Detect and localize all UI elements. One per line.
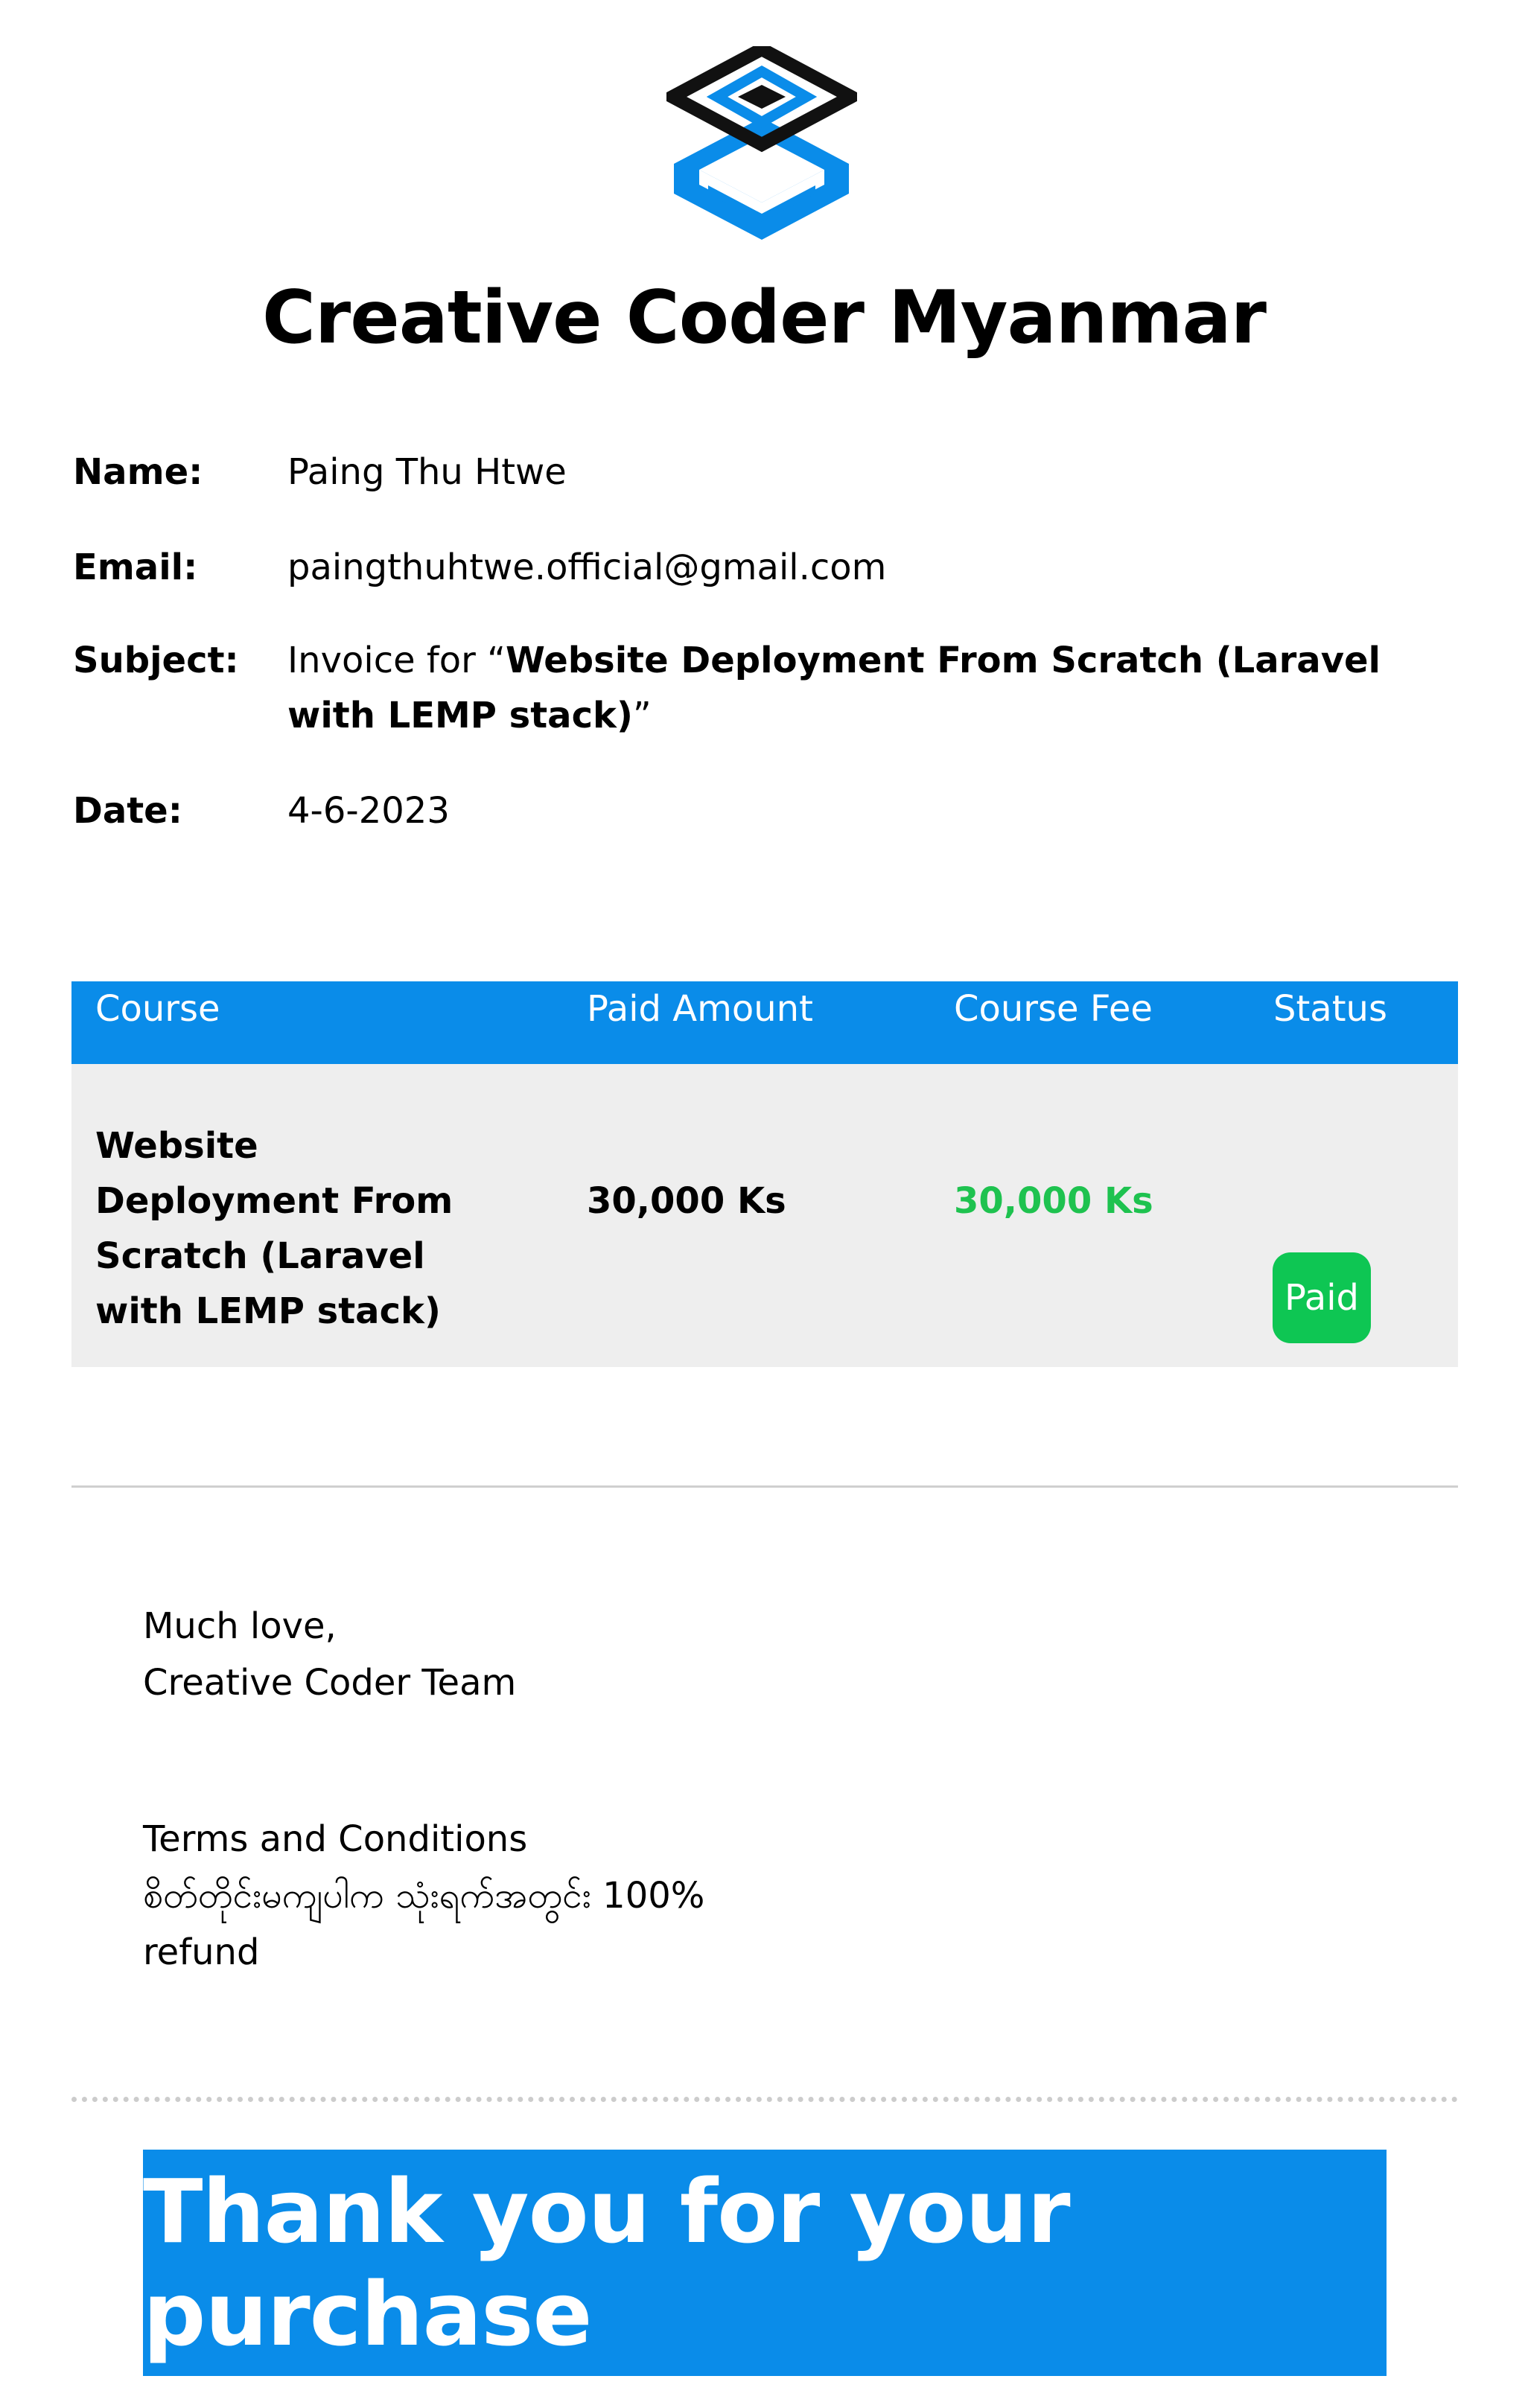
subject-label: Subject:: [73, 640, 239, 681]
email-value: paingthuhtwe.official@gmail.com: [287, 547, 887, 588]
subject-value: Invoice for “Website Deployment From Scr…: [287, 633, 1464, 743]
header-course: Course: [95, 988, 220, 1030]
company-name: Creative Coder Myanmar: [262, 275, 1267, 360]
subject-suffix: ”: [632, 695, 652, 736]
company-logo-icon: [666, 46, 857, 241]
date-label: Date:: [73, 790, 182, 832]
row-course-fee: 30,000 Ks: [954, 1180, 1153, 1222]
row-course: Website Deployment From Scratch (Laravel…: [95, 1125, 453, 1332]
name-value: Paing Thu Htwe: [287, 451, 567, 493]
signoff-line1: Much love,: [143, 1605, 337, 1647]
email-label: Email:: [73, 547, 198, 588]
header-status: Status: [1273, 988, 1387, 1030]
terms-title: Terms and Conditions: [143, 1818, 528, 1860]
name-label: Name:: [73, 451, 203, 493]
divider: [71, 1485, 1458, 1488]
date-value: 4-6-2023: [287, 790, 450, 832]
header-paid-amount: Paid Amount: [587, 988, 813, 1030]
header-course-fee: Course Fee: [954, 988, 1153, 1030]
row-paid-amount: 30,000 Ks: [587, 1180, 786, 1222]
thank-you-banner: Thank you for your purchase: [143, 2150, 1387, 2376]
table-row: Website Deployment From Scratch (Laravel…: [71, 1064, 1458, 1367]
terms-text: စိတ်တိုင်းမကျပါက သုံးရက်အတွင်း 100% refu…: [143, 1875, 705, 1973]
signoff-line2: Creative Coder Team: [143, 1662, 517, 1704]
dotted-divider: [71, 2097, 1458, 2102]
invoice-table: Course Paid Amount Course Fee Status Web…: [71, 981, 1458, 1367]
status-badge: Paid: [1273, 1252, 1371, 1343]
subject-prefix: Invoice for “: [287, 640, 506, 681]
table-header: Course Paid Amount Course Fee Status: [71, 981, 1458, 1064]
